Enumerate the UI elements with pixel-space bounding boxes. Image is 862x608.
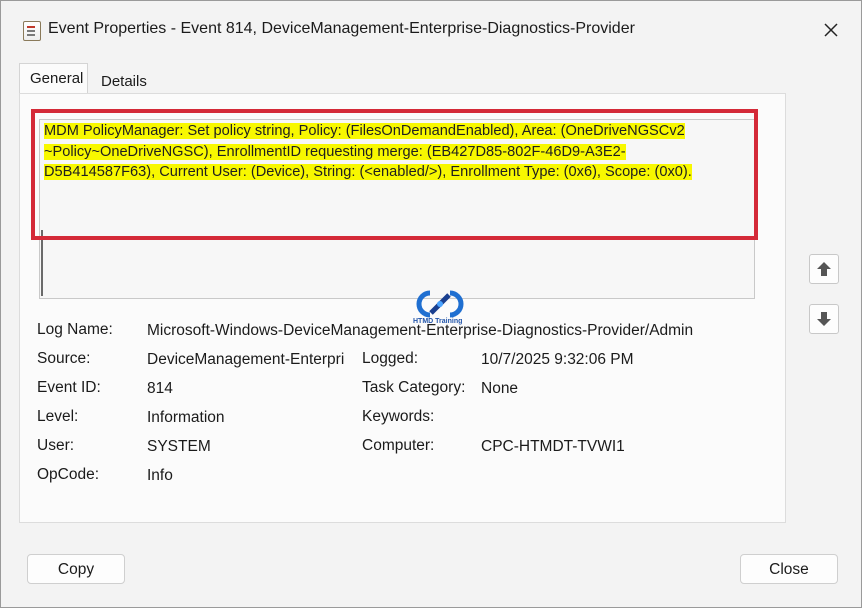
level-label: Level: <box>37 408 79 425</box>
next-event-button[interactable] <box>809 304 839 334</box>
task-category-value[interactable]: None <box>481 380 518 398</box>
source-label: Source: <box>37 350 91 367</box>
tab-general[interactable]: General <box>19 63 88 94</box>
event-properties-window: Event Properties - Event 814, DeviceMana… <box>0 0 862 608</box>
user-label: User: <box>37 437 75 454</box>
log-name-value[interactable]: Microsoft-Windows-DeviceManagement-Enter… <box>147 322 693 340</box>
event-id-label: Event ID: <box>37 379 101 396</box>
title-bar: Event Properties - Event 814, DeviceMana… <box>1 1 861 61</box>
annotation-highlight-frame <box>31 109 758 240</box>
arrow-down-icon <box>817 312 831 326</box>
window-title: Event Properties - Event 814, DeviceMana… <box>48 20 635 37</box>
close-icon <box>824 23 838 37</box>
task-category-label: Task Category: <box>362 379 466 396</box>
computer-label: Computer: <box>362 437 435 454</box>
level-value[interactable]: Information <box>147 409 225 427</box>
close-window-button[interactable] <box>819 16 843 44</box>
user-value[interactable]: SYSTEM <box>147 438 211 456</box>
logged-label: Logged: <box>362 350 419 367</box>
event-viewer-icon <box>23 21 41 41</box>
copy-button[interactable]: Copy <box>27 554 125 584</box>
previous-event-button[interactable] <box>809 254 839 284</box>
opcode-label: OpCode: <box>37 466 100 483</box>
logged-value[interactable]: 10/7/2025 9:32:06 PM <box>481 351 634 369</box>
keywords-label: Keywords: <box>362 408 435 425</box>
opcode-value[interactable]: Info <box>147 467 173 485</box>
log-name-label: Log Name: <box>37 321 113 338</box>
close-button[interactable]: Close <box>740 554 838 584</box>
computer-value[interactable]: CPC-HTMDT-TVWI1 <box>481 438 625 456</box>
source-value[interactable]: DeviceManagement-Enterpri <box>147 351 344 369</box>
event-id-value[interactable]: 814 <box>147 380 173 398</box>
arrow-up-icon <box>817 262 831 276</box>
